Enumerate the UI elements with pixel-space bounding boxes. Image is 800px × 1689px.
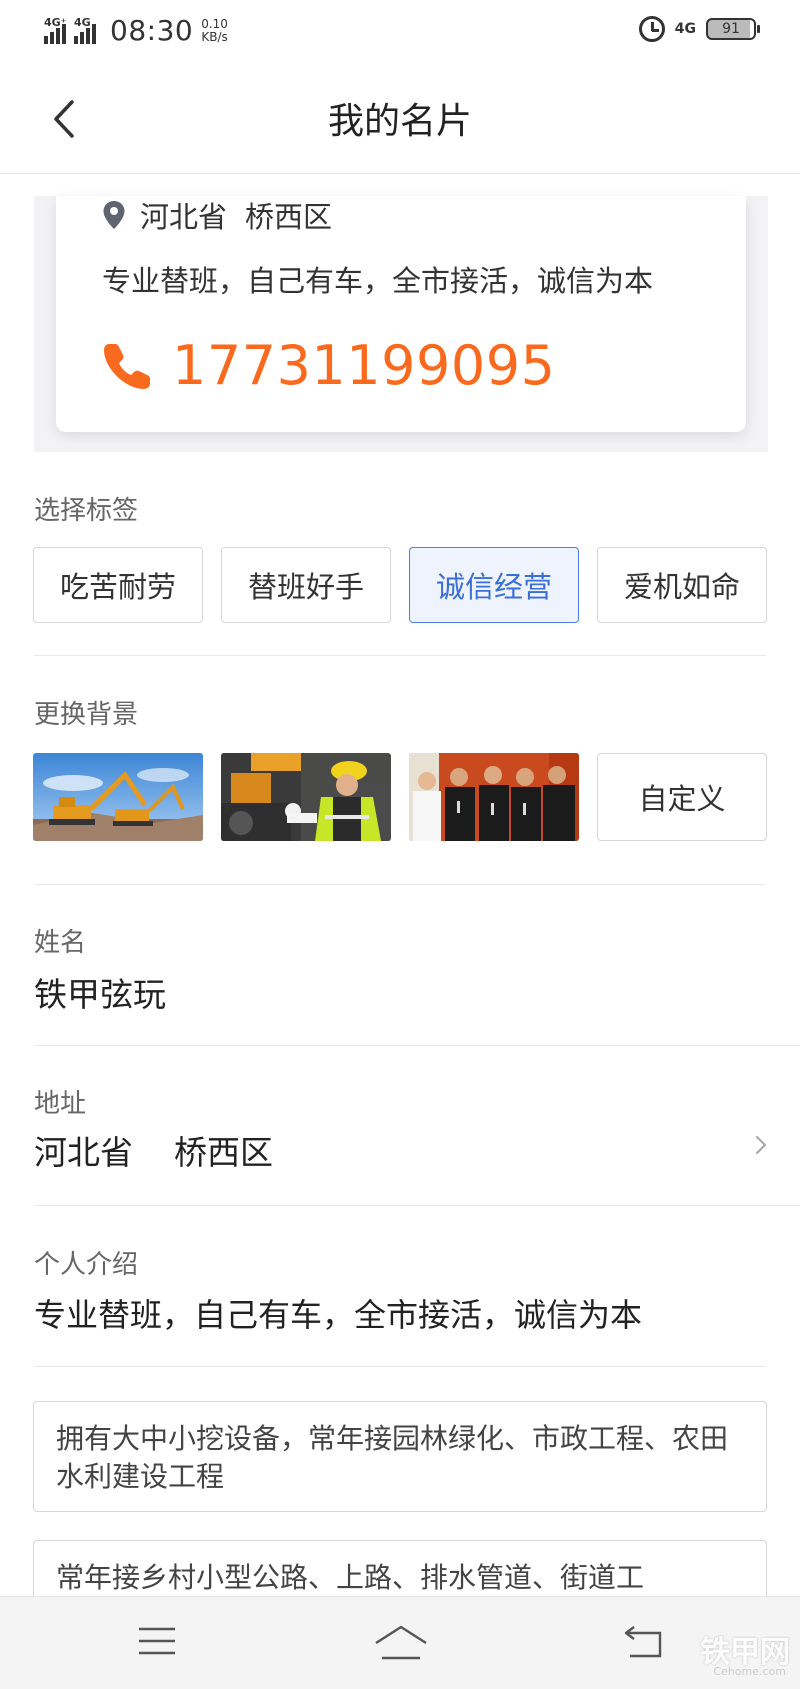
home-icon[interactable] — [374, 1625, 428, 1661]
address-province: 河北省 — [34, 1133, 133, 1172]
location-pin-icon — [103, 201, 125, 229]
phone-number[interactable]: 17731199095 — [172, 334, 555, 397]
name-input[interactable]: 铁甲弦玩 — [34, 968, 166, 1016]
menu-icon[interactable] — [138, 1625, 176, 1657]
background-section-label: 更换背景 — [34, 700, 139, 730]
status-left: 4G⁺ 4G 08:30 0.10 KB/s — [44, 14, 228, 47]
alarm-icon — [638, 16, 665, 42]
watermark-subtext: Cehome.com — [713, 1665, 786, 1678]
chevron-right-icon[interactable] — [752, 1132, 770, 1158]
tag-options: 吃苦耐劳 替班好手 诚信经营 爱机如命 — [33, 547, 767, 623]
divider — [34, 884, 766, 885]
speed-unit: KB/s — [201, 29, 228, 44]
background-thumb-excavators[interactable] — [33, 753, 203, 841]
background-custom-button[interactable]: 自定义 — [597, 753, 767, 841]
tags-section-label: 选择标签 — [34, 496, 139, 526]
address-value[interactable]: 河北省 桥西区 — [34, 1126, 273, 1174]
nav-bar: 我的名片 — [0, 64, 800, 174]
intro-input[interactable]: 专业替班，自己有车，全市接活，诚信为本 — [34, 1290, 642, 1336]
network-type: 4G — [674, 21, 696, 37]
tag-option[interactable]: 吃苦耐劳 — [33, 547, 203, 623]
phone-icon — [104, 343, 150, 389]
tag-option[interactable]: 替班好手 — [221, 547, 391, 623]
background-thumb-group[interactable] — [409, 753, 579, 841]
background-thumb-worker[interactable] — [221, 753, 391, 841]
status-right: 4G 91 — [638, 16, 760, 42]
tag-option[interactable]: 爱机如命 — [597, 547, 767, 623]
background-options: 自定义 — [33, 753, 767, 841]
system-nav-bar: 铁甲网 Cehome.com — [0, 1596, 800, 1689]
card-province: 河北省 — [140, 200, 228, 234]
card-phone-row[interactable]: 17731199095 — [102, 334, 555, 397]
card-intro: 专业替班，自己有车，全市接活，诚信为本 — [102, 264, 654, 298]
battery-icon: 91 — [706, 18, 760, 40]
tag-option-selected[interactable]: 诚信经营 — [409, 547, 579, 623]
address-district: 桥西区 — [174, 1133, 273, 1172]
network-speed: 0.10 KB/s — [201, 16, 228, 44]
address-label: 地址 — [34, 1089, 87, 1119]
signal-icon: 4G⁺ — [44, 15, 68, 44]
signal-icon-2: 4G — [74, 15, 98, 44]
speed-value: 0.10 — [201, 16, 228, 31]
intro-suggestion[interactable]: 拥有大中小挖设备，常年接园林绿化、市政工程、农田水利建设工程 — [33, 1401, 767, 1512]
signal-type-2: 4G — [74, 15, 91, 29]
card-location: 河北省 桥西区 — [102, 196, 332, 234]
return-icon[interactable] — [624, 1625, 664, 1659]
divider — [34, 1366, 766, 1367]
intro-label: 个人介绍 — [34, 1250, 139, 1280]
status-bar: 4G⁺ 4G 08:30 0.10 KB/s 4G 91 — [0, 0, 800, 64]
card-district: 桥西区 — [245, 200, 333, 234]
name-label: 姓名 — [34, 928, 87, 958]
divider — [34, 1205, 800, 1206]
clock: 08:30 — [110, 14, 194, 47]
page-title: 我的名片 — [327, 101, 472, 142]
signal-type-1: 4G⁺ — [44, 15, 67, 29]
business-card-preview: 河北省 桥西区 专业替班，自己有车，全市接活，诚信为本 17731199095 — [56, 196, 746, 432]
divider — [34, 1045, 800, 1046]
divider — [34, 655, 766, 656]
